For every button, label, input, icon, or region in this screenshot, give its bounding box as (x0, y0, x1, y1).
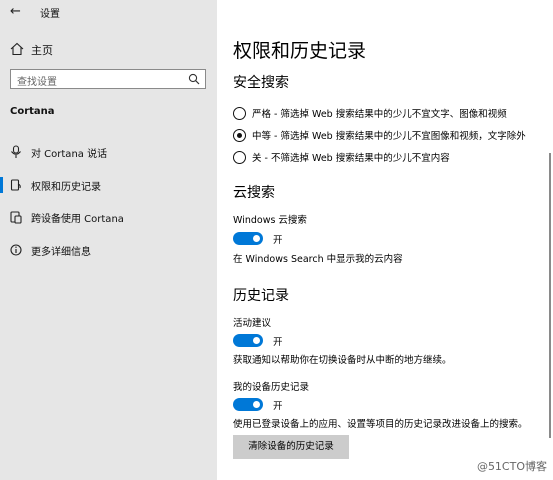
activity-toggle-row[interactable]: 开 (233, 333, 353, 349)
scrollbar[interactable] (549, 153, 551, 438)
search-box[interactable] (10, 69, 206, 92)
selected-indicator (0, 177, 3, 193)
cloud-search-toggle-row[interactable]: 开 (233, 231, 353, 247)
radio-label: 严格 - 筛选掉 Web 搜索结果中的少儿不宜文字、图像和视频 (252, 109, 507, 120)
info-icon (10, 244, 22, 256)
toggle-state-label: 开 (273, 235, 283, 246)
main-content: 权限和历史记录 安全搜索 严格 - 筛选掉 Web 搜索结果中的少儿不宜文字、图… (217, 0, 553, 480)
sidebar-item-label: 对 Cortana 说话 (31, 149, 108, 160)
radio-button[interactable] (233, 107, 246, 120)
device-history-label: 我的设备历史记录 (233, 382, 310, 393)
nav-home[interactable]: 主页 (0, 38, 217, 60)
title-bar: ← 设置 (0, 0, 217, 24)
radio-label: 关 - 不筛选掉 Web 搜索结果中的少儿不宜内容 (252, 153, 450, 164)
sidebar: ← 设置 主页 Cortana 对 Cortana 说话 权限和历史记录 (0, 0, 217, 480)
sidebar-item-permissions[interactable]: 权限和历史记录 (0, 174, 217, 196)
page-title: 权限和历史记录 (233, 40, 367, 62)
sidebar-item-label: 权限和历史记录 (31, 182, 101, 193)
search-icon[interactable] (188, 73, 200, 85)
history-heading: 历史记录 (233, 288, 289, 304)
cloud-search-label: Windows 云搜索 (233, 215, 307, 226)
toggle-state-label: 开 (273, 337, 283, 348)
home-icon (10, 42, 24, 56)
radio-button[interactable] (233, 151, 246, 164)
window-title: 设置 (40, 9, 60, 20)
clear-history-button[interactable]: 清除设备的历史记录 (233, 435, 349, 459)
radio-moderate[interactable]: 中等 - 筛选掉 Web 搜索结果中的少儿不宜图像和视频，文字除外 (233, 128, 553, 144)
sidebar-item-talk[interactable]: 对 Cortana 说话 (0, 141, 217, 163)
device-history-description: 使用已登录设备上的应用、设置等项目的历史记录改进设备上的搜索。 (233, 419, 528, 430)
safe-search-heading: 安全搜索 (233, 75, 289, 91)
radio-off[interactable]: 关 - 不筛选掉 Web 搜索结果中的少儿不宜内容 (233, 150, 553, 166)
cloud-search-toggle[interactable] (233, 232, 263, 245)
device-history-toggle-row[interactable]: 开 (233, 397, 353, 413)
microphone-icon (11, 145, 21, 158)
sidebar-item-more-info[interactable]: 更多详细信息 (0, 239, 217, 261)
radio-button[interactable] (233, 129, 246, 142)
sidebar-item-label: 跨设备使用 Cortana (31, 214, 124, 225)
cloud-search-heading: 云搜索 (233, 185, 275, 201)
sidebar-item-label: 更多详细信息 (31, 247, 91, 258)
devices-icon (10, 211, 22, 224)
activity-toggle[interactable] (233, 334, 263, 347)
home-label: 主页 (31, 44, 53, 57)
watermark: @51CTO博客 (476, 460, 547, 473)
sidebar-section-title: Cortana (10, 106, 55, 117)
radio-label: 中等 - 筛选掉 Web 搜索结果中的少儿不宜图像和视频，文字除外 (252, 131, 526, 142)
toggle-state-label: 开 (273, 401, 283, 412)
device-history-toggle[interactable] (233, 398, 263, 411)
activity-description: 获取通知以帮助你在切换设备时从中断的地方继续。 (233, 355, 452, 366)
sidebar-item-devices[interactable]: 跨设备使用 Cortana (0, 206, 217, 228)
activity-label: 活动建议 (233, 318, 272, 329)
radio-strict[interactable]: 严格 - 筛选掉 Web 搜索结果中的少儿不宜文字、图像和视频 (233, 106, 553, 122)
cloud-search-description: 在 Windows Search 中显示我的云内容 (233, 254, 403, 265)
back-arrow-icon[interactable]: ← (10, 4, 21, 19)
permissions-icon (10, 179, 21, 191)
search-input[interactable] (11, 73, 187, 92)
